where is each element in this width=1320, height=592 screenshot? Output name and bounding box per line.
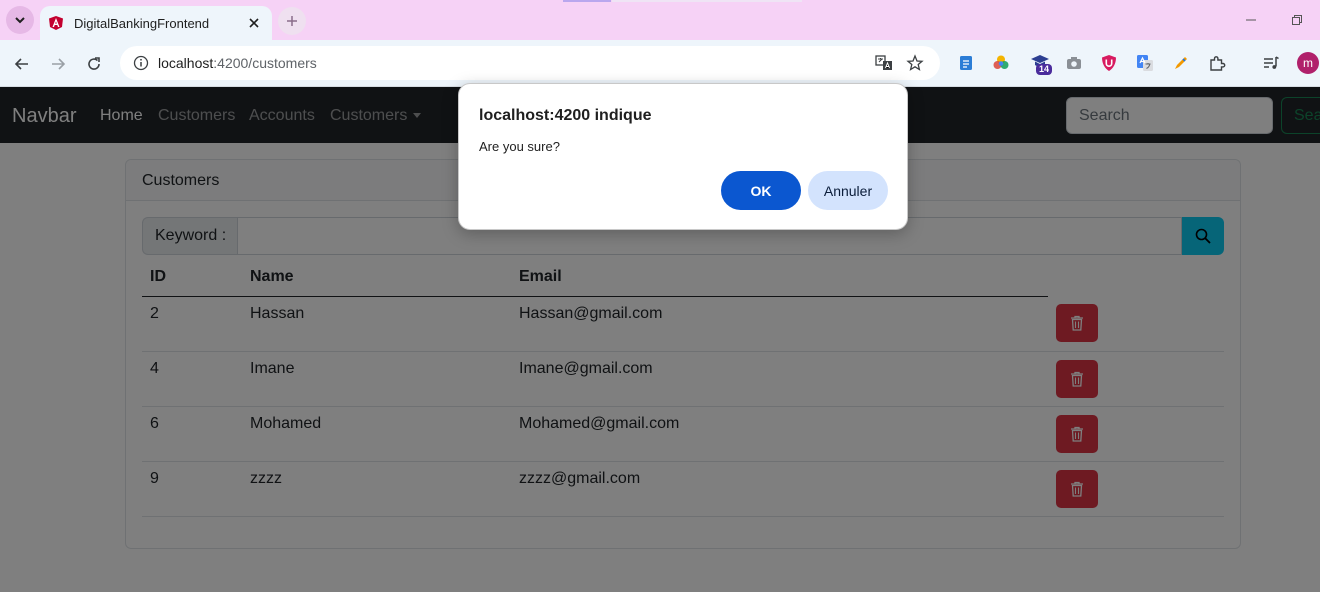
reload-button[interactable]: [80, 50, 108, 78]
translate-icon: [875, 55, 892, 70]
pen-icon: [1175, 57, 1187, 69]
restore-button[interactable]: [1289, 12, 1305, 28]
new-tab-button[interactable]: [278, 7, 306, 35]
tab-search-button[interactable]: [6, 6, 34, 34]
extensions-menu-button[interactable]: [1207, 53, 1227, 73]
shield-icon: [1102, 55, 1116, 71]
extension-5-button[interactable]: [1099, 53, 1119, 73]
forward-button[interactable]: [44, 50, 72, 78]
url-path: :4200/customers: [213, 55, 317, 71]
plus-icon: [287, 16, 297, 26]
minimize-icon: [1246, 19, 1256, 21]
translate-button[interactable]: [875, 54, 893, 72]
back-button[interactable]: [8, 50, 36, 78]
extension-1-button[interactable]: [956, 53, 976, 73]
browser-toolbar: localhost:4200/customers 14 m: [0, 40, 1320, 87]
document-extension-icon: [960, 56, 972, 70]
url-text: localhost:4200/customers: [158, 55, 317, 71]
extension-7-button[interactable]: [1171, 53, 1191, 73]
camera-icon: [1067, 57, 1081, 69]
tabstrip-accent: [563, 0, 611, 2]
reload-icon: [88, 57, 100, 70]
extension-3-button[interactable]: 14: [1030, 53, 1053, 75]
profile-avatar[interactable]: m: [1297, 52, 1319, 74]
dialog-title: localhost:4200 indique: [479, 107, 652, 124]
angular-icon: [49, 16, 63, 30]
arrow-right-icon: [52, 58, 66, 70]
tabstrip-accent-secondary: [612, 0, 802, 2]
google-translate-icon: [1137, 55, 1153, 71]
dialog-message: Are you sure?: [479, 139, 560, 154]
color-wheel-icon: [993, 55, 1009, 69]
tab-close-button[interactable]: [246, 15, 262, 31]
extension-badge: 14: [1036, 64, 1053, 75]
confirm-dialog: localhost:4200 indique Are you sure? OK …: [458, 83, 908, 230]
chevron-down-icon: [15, 17, 25, 24]
extension-4-button[interactable]: [1064, 53, 1084, 73]
queue-music-icon: [1264, 56, 1279, 69]
media-controls-button[interactable]: [1261, 53, 1281, 73]
info-icon: [133, 55, 149, 71]
puzzle-icon: [1210, 56, 1226, 71]
minimize-button[interactable]: [1243, 12, 1259, 28]
extension-2-button[interactable]: [991, 53, 1011, 73]
ok-button[interactable]: OK: [721, 171, 801, 210]
cancel-button[interactable]: Annuler: [808, 171, 888, 210]
address-bar[interactable]: localhost:4200/customers: [120, 46, 940, 80]
arrow-left-icon: [14, 58, 28, 70]
bookmark-button[interactable]: [906, 54, 924, 72]
close-icon: [249, 18, 259, 28]
star-icon: [906, 54, 924, 71]
browser-tab[interactable]: DigitalBankingFrontend: [40, 6, 272, 40]
restore-icon: [1292, 15, 1302, 25]
extension-6-button[interactable]: [1135, 53, 1155, 73]
browser-tabstrip: DigitalBankingFrontend: [0, 0, 1320, 40]
url-host: localhost: [158, 55, 214, 71]
tab-title: DigitalBankingFrontend: [74, 15, 210, 31]
site-info-button[interactable]: [130, 52, 152, 74]
